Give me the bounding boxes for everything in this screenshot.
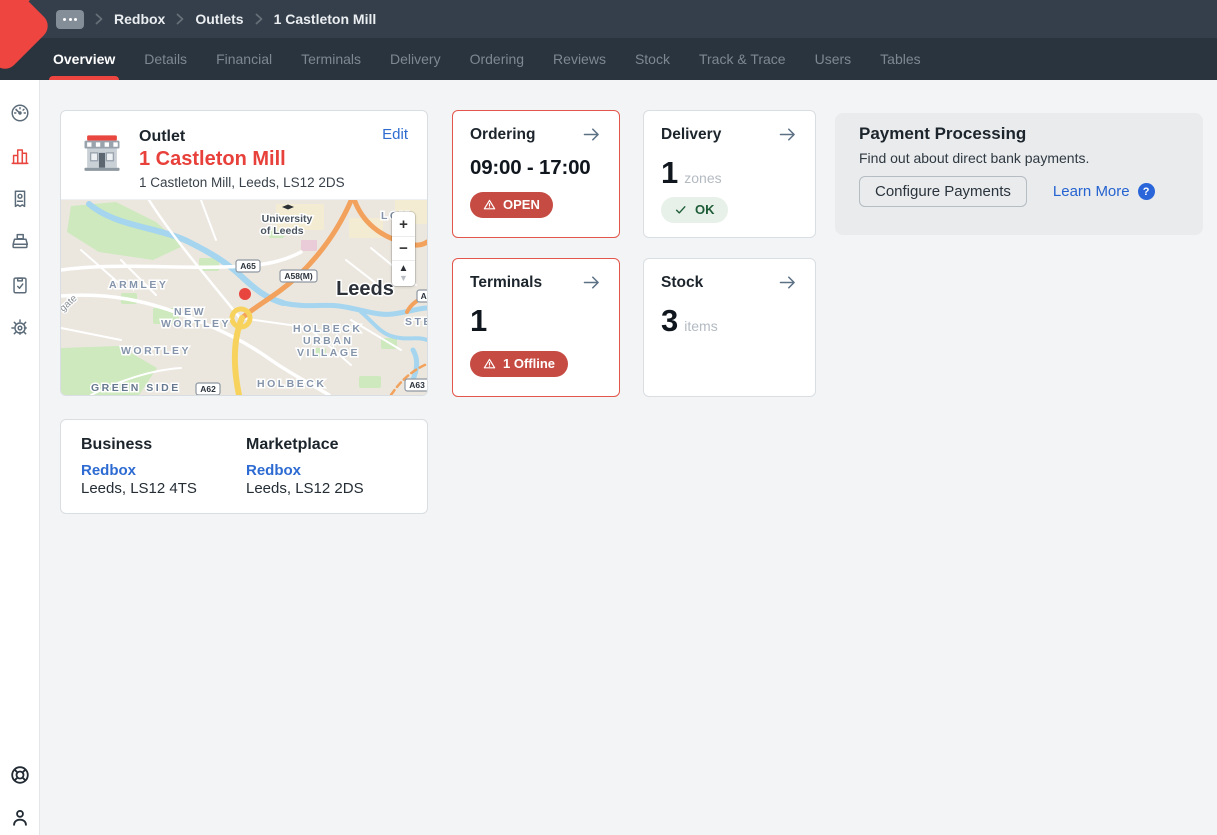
marketplace-label: Marketplace bbox=[246, 436, 407, 454]
arrow-right-icon[interactable] bbox=[777, 272, 798, 293]
payment-title: Payment Processing bbox=[859, 124, 1179, 144]
map-label-leeds: Leeds bbox=[336, 278, 394, 300]
warning-icon bbox=[483, 357, 496, 370]
svg-text:STEA: STEA bbox=[405, 316, 427, 328]
stock-count: 3 bbox=[661, 302, 678, 339]
warning-icon bbox=[483, 198, 496, 211]
svg-text:WORTLEY: WORTLEY bbox=[161, 318, 231, 330]
payment-processing-panel: Payment Processing Find out about direct… bbox=[835, 113, 1203, 235]
marketplace-address: Leeds, LS12 2DS bbox=[246, 480, 407, 497]
tab[interactable]: Details bbox=[144, 38, 187, 80]
stock-title: Stock bbox=[661, 274, 703, 292]
account-icon[interactable] bbox=[8, 806, 32, 830]
marketplace-link[interactable]: Redbox bbox=[246, 462, 407, 479]
configure-payments-button[interactable]: Configure Payments bbox=[859, 176, 1027, 207]
breadcrumb-item-redbox[interactable]: Redbox bbox=[114, 11, 165, 27]
map-label-university: University bbox=[262, 213, 313, 225]
arrow-right-icon[interactable] bbox=[581, 272, 602, 293]
orders-icon[interactable] bbox=[8, 187, 32, 211]
map-label-armley: ARMLEY bbox=[109, 279, 168, 291]
marketplace-section: Marketplace Redbox Leeds, LS12 2DS bbox=[246, 436, 407, 497]
svg-text:WORTLEY: WORTLEY bbox=[121, 345, 191, 357]
ordering-status-badge: OPEN bbox=[470, 192, 553, 218]
settings-icon[interactable] bbox=[8, 316, 32, 340]
outlet-card: Outlet 1 Castleton Mill 1 Castleton Mill… bbox=[60, 110, 428, 396]
svg-text:NEW: NEW bbox=[174, 306, 206, 318]
tab[interactable]: Reviews bbox=[553, 38, 606, 80]
terminals-card[interactable]: Terminals 1 1 Offline bbox=[452, 258, 620, 397]
delivery-title: Delivery bbox=[661, 126, 721, 144]
svg-text:GREEN SIDE: GREEN SIDE bbox=[91, 382, 181, 394]
associations-card: Business Redbox Leeds, LS12 4TS Marketpl… bbox=[60, 419, 428, 514]
sidebar bbox=[0, 80, 40, 835]
ordering-card[interactable]: Ordering 09:00 - 17:00 OPEN bbox=[452, 110, 620, 238]
business-address: Leeds, LS12 4TS bbox=[81, 480, 246, 497]
delivery-status-badge: OK bbox=[661, 197, 728, 223]
tab[interactable]: Overview bbox=[53, 38, 115, 80]
tab[interactable]: Terminals bbox=[301, 38, 361, 80]
learn-more-link[interactable]: Learn More? bbox=[1053, 183, 1155, 200]
tab[interactable]: Financial bbox=[216, 38, 272, 80]
tab-bar: Overview Details Financial Terminals Deliver… bbox=[0, 38, 1217, 80]
map-controls: + − ▲▼ bbox=[392, 212, 415, 286]
top-bar: Redbox Outlets 1 Castleton Mill bbox=[0, 0, 1217, 38]
tab[interactable]: Track & Trace bbox=[699, 38, 786, 80]
outlets-icon[interactable] bbox=[8, 144, 32, 168]
payment-description: Find out about direct bank payments. bbox=[859, 150, 1179, 166]
terminals-count: 1 bbox=[470, 302, 487, 339]
till-icon[interactable] bbox=[8, 230, 32, 254]
delivery-count: 1 bbox=[661, 154, 678, 191]
outlet-name: 1 Castleton Mill bbox=[139, 148, 345, 171]
ordering-title: Ordering bbox=[470, 126, 535, 144]
breadcrumb: Redbox Outlets 1 Castleton Mill bbox=[56, 10, 376, 29]
tab[interactable]: Delivery bbox=[390, 38, 441, 80]
zoom-out-button[interactable]: − bbox=[392, 236, 415, 260]
tab[interactable]: Users bbox=[815, 38, 852, 80]
store-icon bbox=[81, 131, 123, 173]
edit-outlet-link[interactable]: Edit bbox=[382, 126, 408, 143]
arrow-right-icon[interactable] bbox=[777, 124, 798, 145]
main-content: Outlet 1 Castleton Mill 1 Castleton Mill… bbox=[40, 80, 1217, 835]
outlet-address: 1 Castleton Mill, Leeds, LS12 2DS bbox=[139, 175, 345, 190]
tab[interactable]: Ordering bbox=[470, 38, 524, 80]
svg-text:A65: A65 bbox=[240, 261, 256, 271]
svg-text:A63: A63 bbox=[409, 380, 425, 390]
compass-button[interactable]: ▲▼ bbox=[392, 260, 415, 286]
chevron-right-icon bbox=[176, 13, 184, 25]
svg-text:A6: A6 bbox=[421, 291, 427, 301]
terminals-title: Terminals bbox=[470, 274, 542, 292]
terminals-status-badge: 1 Offline bbox=[470, 351, 568, 377]
business-label: Business bbox=[81, 436, 246, 454]
chevron-right-icon bbox=[95, 13, 103, 25]
outlet-label: Outlet bbox=[139, 128, 345, 146]
help-icon[interactable] bbox=[8, 763, 32, 787]
tab[interactable]: Tables bbox=[880, 38, 920, 80]
svg-text:URBAN: URBAN bbox=[303, 335, 353, 347]
outlet-map[interactable]: University of Leeds LOV PA ARMLEY NEW WO… bbox=[61, 199, 427, 395]
svg-text:VILLAGE: VILLAGE bbox=[297, 347, 360, 359]
breadcrumb-item-outlets[interactable]: Outlets bbox=[195, 11, 243, 27]
arrow-right-icon[interactable] bbox=[581, 124, 602, 145]
breadcrumb-menu-button[interactable] bbox=[56, 10, 84, 29]
svg-text:HOLBECK: HOLBECK bbox=[257, 378, 326, 390]
ordering-hours: 09:00 - 17:00 bbox=[470, 154, 590, 181]
breadcrumb-item-current: 1 Castleton Mill bbox=[274, 11, 377, 27]
business-link[interactable]: Redbox bbox=[81, 462, 246, 479]
business-section: Business Redbox Leeds, LS12 4TS bbox=[81, 436, 246, 497]
delivery-card[interactable]: Delivery 1zones OK bbox=[643, 110, 816, 238]
svg-text:A62: A62 bbox=[200, 384, 216, 394]
svg-text:HOLBECK: HOLBECK bbox=[293, 323, 362, 335]
svg-text:of Leeds: of Leeds bbox=[260, 225, 303, 237]
svg-text:A58(M): A58(M) bbox=[284, 271, 313, 281]
stock-check-icon[interactable] bbox=[8, 273, 32, 297]
zoom-in-button[interactable]: + bbox=[392, 212, 415, 236]
dashboard-icon[interactable] bbox=[8, 101, 32, 125]
chevron-right-icon bbox=[255, 13, 263, 25]
question-icon: ? bbox=[1138, 183, 1155, 200]
tab[interactable]: Stock bbox=[635, 38, 670, 80]
stock-card[interactable]: Stock 3items bbox=[643, 258, 816, 397]
check-icon bbox=[674, 203, 688, 217]
